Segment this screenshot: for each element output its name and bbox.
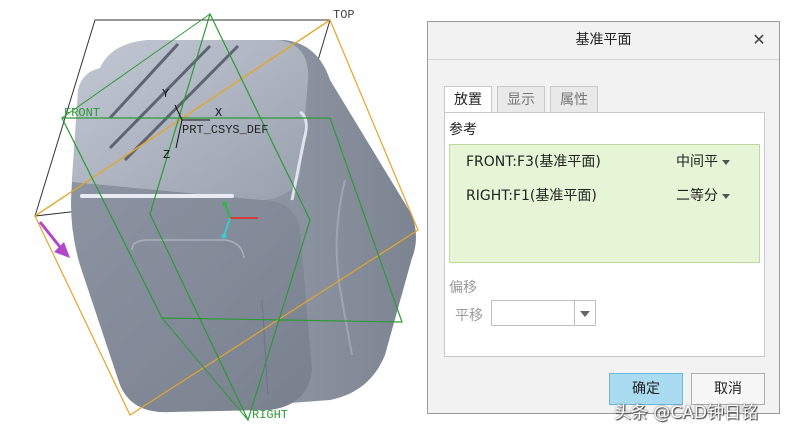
y-axis-label: Y	[162, 87, 169, 101]
reference-row[interactable]: FRONT:F3(基准平面) 中间平	[450, 151, 759, 173]
reference-name: FRONT:F3(基准平面)	[466, 154, 601, 170]
constraint-dropdown[interactable]: 中间平	[676, 151, 730, 173]
top-plane-label: TOP	[333, 8, 355, 22]
references-title: 参考	[449, 122, 477, 138]
constraint-value: 中间平	[676, 154, 718, 170]
direction-arrow[interactable]	[38, 221, 70, 258]
watermark-text: 头条 @CAD钟日铭	[614, 403, 758, 423]
offset-title: 偏移	[449, 280, 477, 296]
tab-properties[interactable]: 属性	[550, 86, 598, 112]
reference-row[interactable]: RIGHT:F1(基准平面) 二等分	[450, 185, 759, 207]
datum-plane-dialog: 基准平面 ✕ 放置 显示 属性 参考 FRONT:F3(基准平面) 中间平 RI…	[427, 21, 780, 414]
front-plane-label: FRONT	[64, 106, 100, 120]
translation-label: 平移	[455, 308, 483, 324]
chevron-down-icon[interactable]	[574, 301, 595, 325]
reference-name: RIGHT:F1(基准平面)	[466, 188, 597, 204]
constraint-value: 二等分	[676, 188, 718, 204]
translation-combo[interactable]	[491, 300, 596, 326]
constraint-dropdown[interactable]: 二等分	[676, 185, 730, 207]
tab-display[interactable]: 显示	[497, 86, 545, 112]
tab-placement[interactable]: 放置	[444, 86, 492, 113]
z-axis-label: Z	[163, 148, 170, 162]
x-axis-label: X	[215, 106, 222, 120]
part-body[interactable]	[71, 40, 416, 413]
right-plane-label: RIGHT	[252, 408, 288, 422]
placement-panel: 参考 FRONT:F3(基准平面) 中间平 RIGHT:F1(基准平面) 二等分…	[444, 112, 765, 357]
chevron-down-icon	[722, 159, 730, 165]
references-list[interactable]: FRONT:F3(基准平面) 中间平 RIGHT:F1(基准平面) 二等分	[449, 144, 760, 263]
chevron-down-icon	[722, 193, 730, 199]
dialog-title: 基准平面	[428, 22, 779, 60]
close-icon[interactable]: ✕	[751, 31, 767, 49]
csys-label: PRT_CSYS_DEF	[182, 123, 268, 137]
